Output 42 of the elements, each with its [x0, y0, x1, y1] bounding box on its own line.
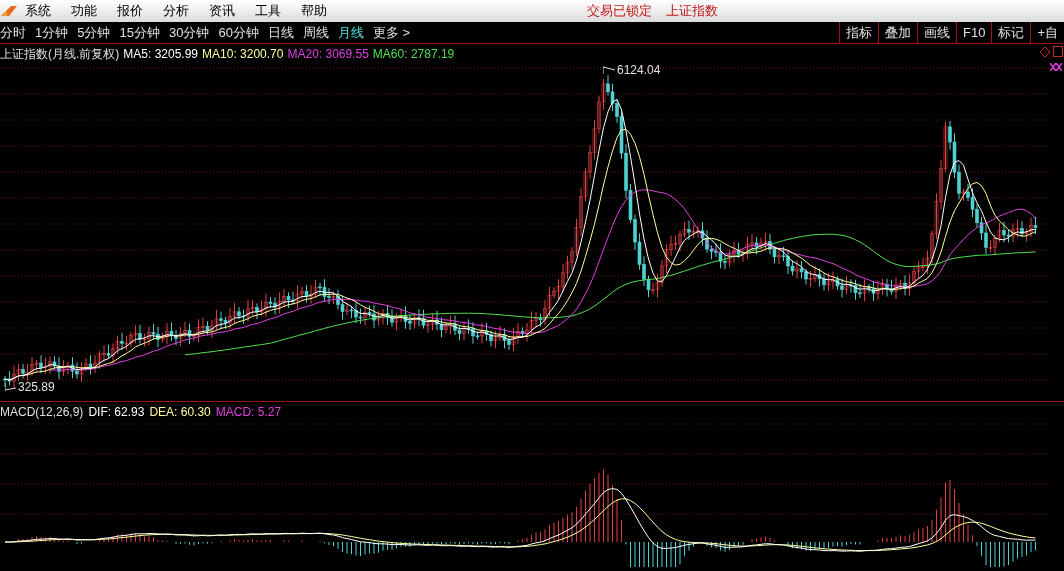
menu-item[interactable]: 帮助: [301, 1, 327, 21]
menu-item[interactable]: 分析: [163, 1, 189, 21]
cross-marks-icon[interactable]: [1050, 63, 1062, 71]
toolbar-button[interactable]: +自: [1030, 22, 1064, 43]
status-text: 交易已锁定: [587, 2, 652, 21]
diamond-icon[interactable]: [1040, 47, 1050, 57]
menu-item[interactable]: 报价: [117, 1, 143, 21]
period-tab[interactable]: 日线: [267, 22, 294, 43]
period-tab[interactable]: 分时: [0, 22, 26, 43]
toolbar-button[interactable]: 指标: [839, 22, 878, 43]
toolbar-button[interactable]: 画线: [917, 22, 956, 43]
period-tab[interactable]: 5分钟: [77, 22, 111, 43]
ma-value: MA10: 3200.70: [202, 46, 284, 63]
ma-value: MA20: 3069.55: [287, 46, 369, 63]
menu-item[interactable]: 工具: [255, 1, 281, 21]
ma-value: MA60: 2787.19: [372, 46, 455, 63]
period-tab[interactable]: 周线: [302, 22, 329, 43]
macd-value: DEA: 60.30: [149, 404, 211, 421]
status-text: 上证指数: [666, 2, 718, 21]
square-icon[interactable]: [1053, 46, 1063, 57]
ma-value: MA5: 3205.99: [123, 46, 199, 63]
macd-value: MACD: 5.27: [215, 404, 282, 421]
period-tab[interactable]: 1分钟: [35, 22, 69, 43]
toolbar-button[interactable]: F10: [956, 22, 992, 43]
toolbar-button[interactable]: 标记: [991, 22, 1031, 43]
period-tab[interactable]: 60分钟: [218, 22, 259, 43]
macd-value: DIF: 62.93: [88, 404, 145, 421]
app-logo-icon[interactable]: [1, 4, 17, 18]
macd-title: MACD(12,26,9): [0, 404, 84, 421]
menu-item[interactable]: 资讯: [209, 1, 235, 21]
menu-item[interactable]: 功能: [71, 1, 97, 21]
toolbar-button[interactable]: 叠加: [878, 22, 917, 43]
high-marker-icon: [603, 66, 616, 74]
period-tab[interactable]: 30分钟: [168, 22, 210, 43]
period-tab[interactable]: 15分钟: [119, 22, 160, 43]
period-tab[interactable]: 月线: [337, 22, 364, 43]
period-tab[interactable]: 更多 >: [372, 22, 411, 43]
high-price-label: 6124.04: [617, 62, 661, 79]
chart-title: 上证指数(月线.前复权): [0, 46, 120, 63]
low-price-label: 325.89: [18, 379, 55, 396]
menu-item[interactable]: 系统: [25, 1, 51, 21]
low-marker-icon: [5, 383, 17, 391]
